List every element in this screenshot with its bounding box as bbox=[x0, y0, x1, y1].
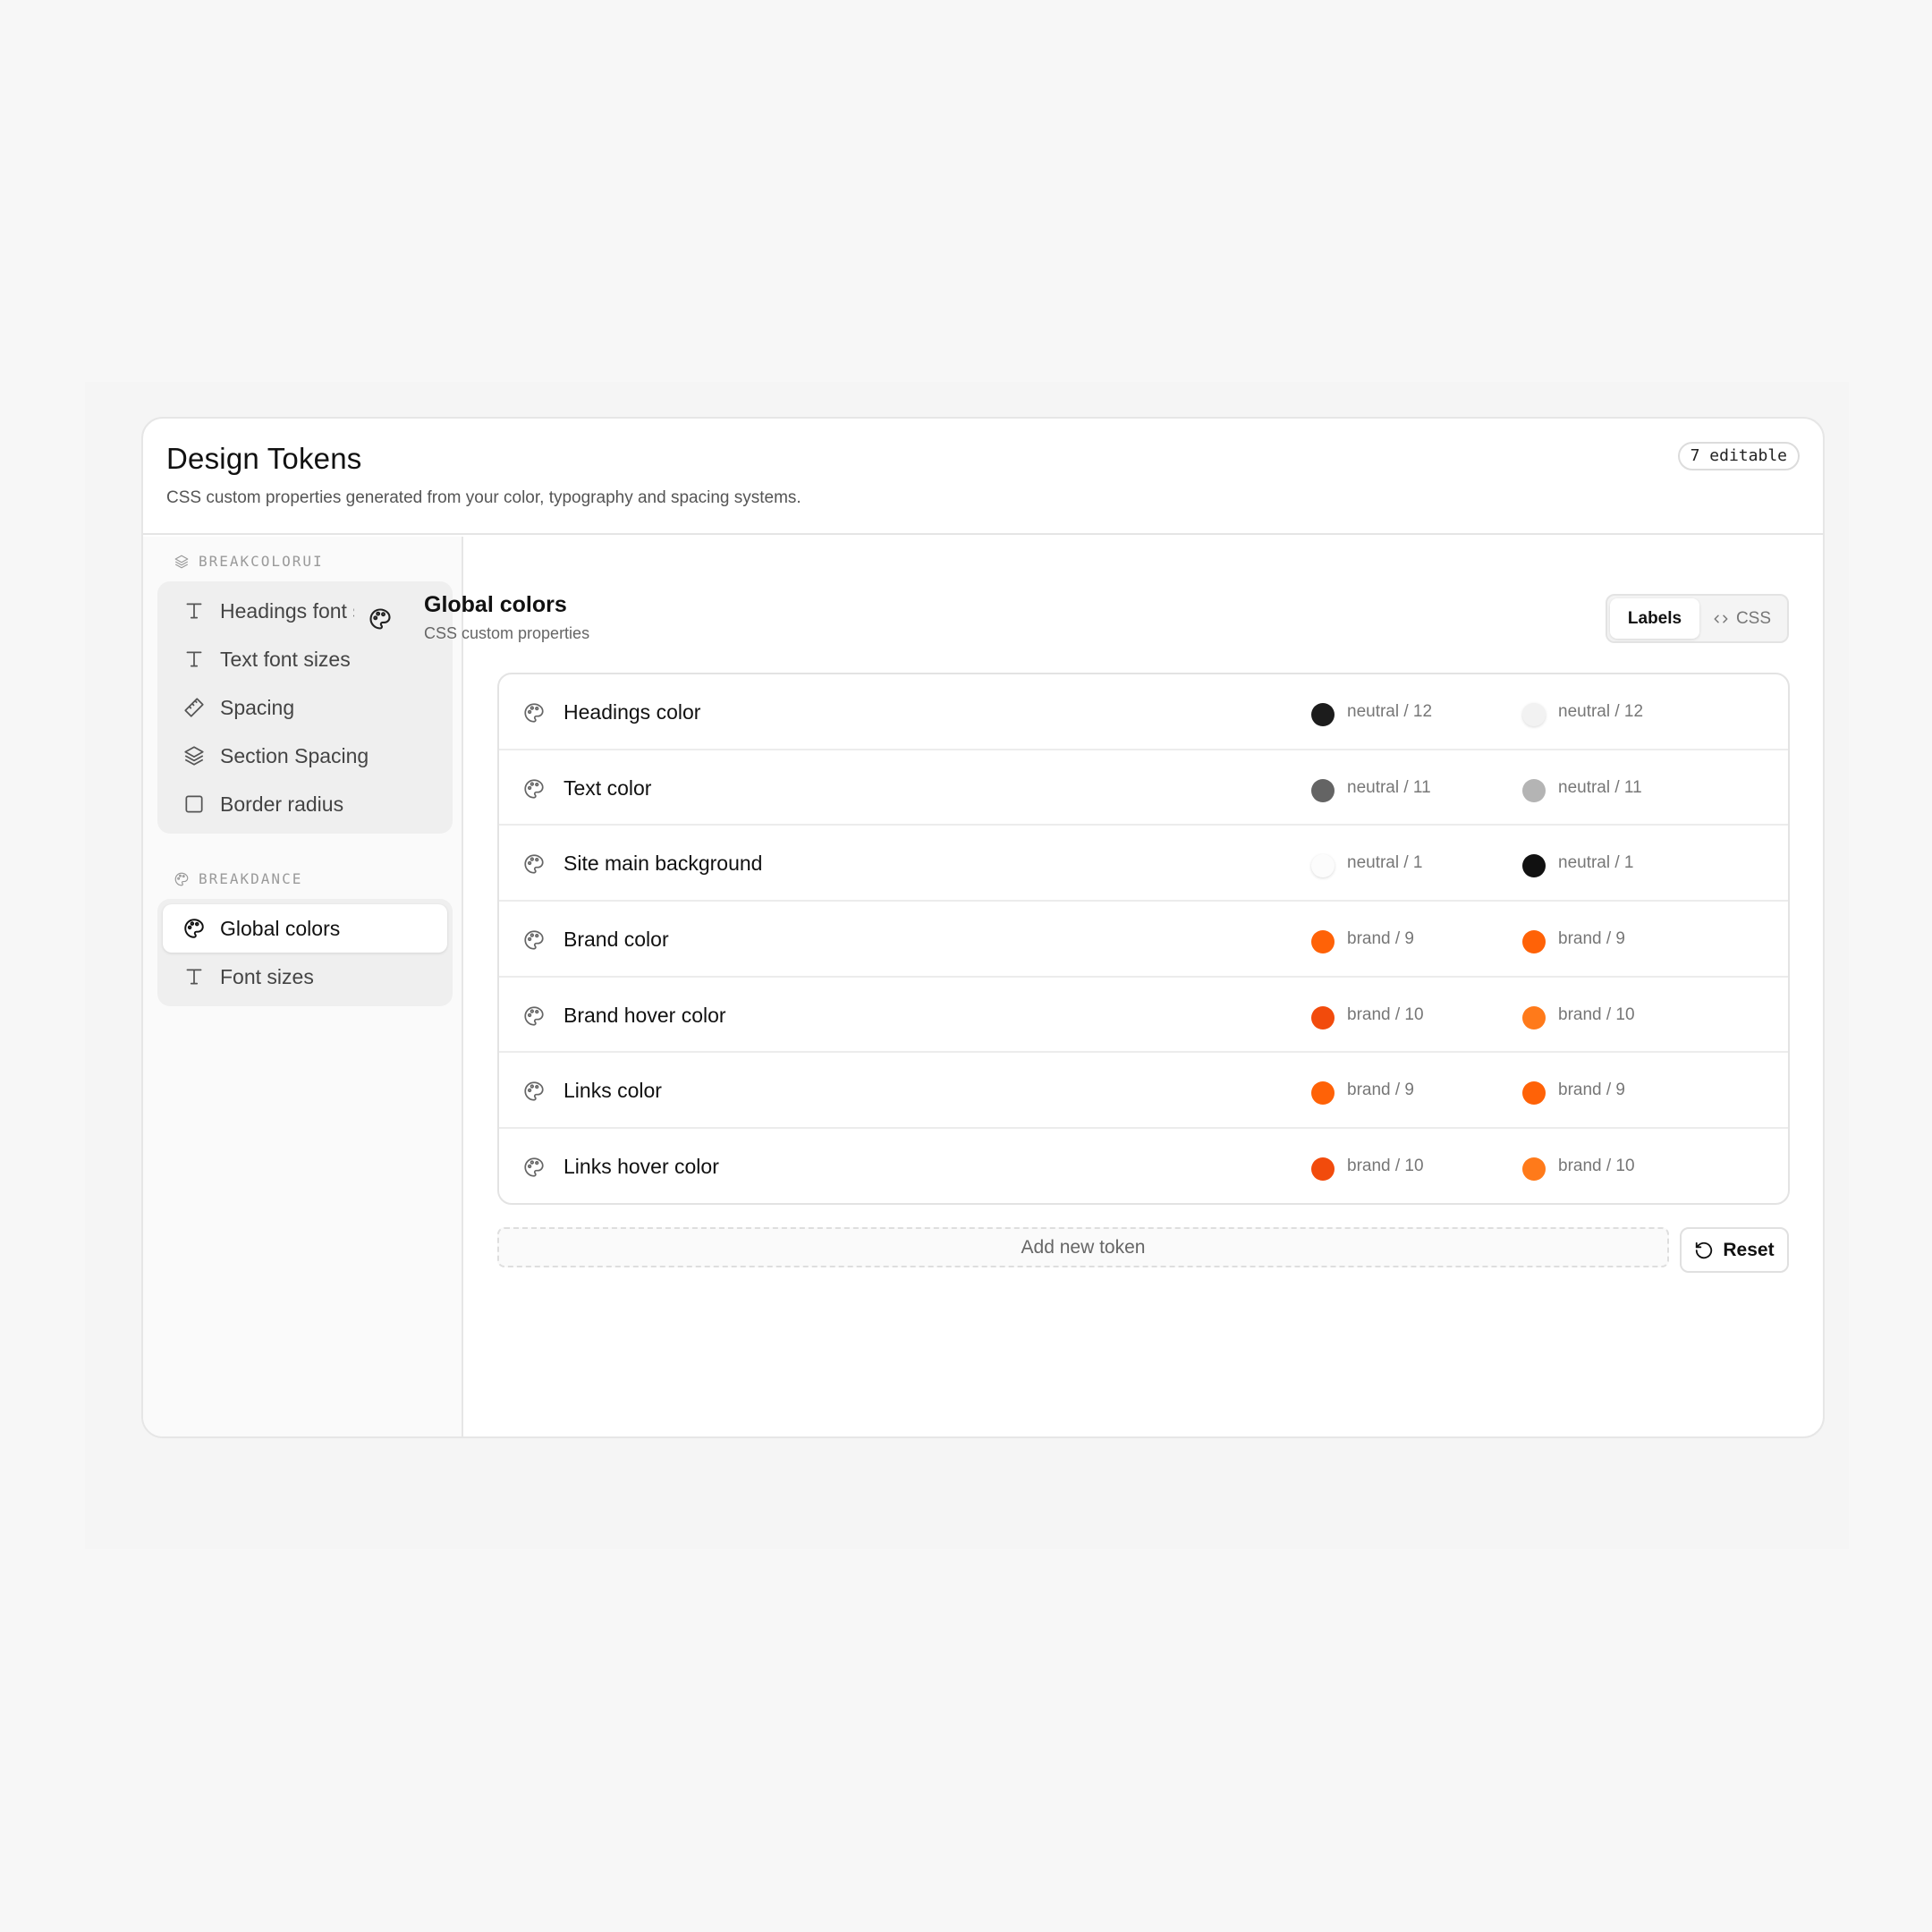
light-mode-swatch[interactable] bbox=[1311, 703, 1335, 726]
token-name: Text color bbox=[564, 775, 652, 800]
reset-icon bbox=[1696, 1241, 1713, 1258]
page-title: Design Tokens bbox=[166, 442, 362, 475]
layers-icon bbox=[174, 555, 189, 568]
light-mode-value: brand / 9 bbox=[1347, 1080, 1414, 1100]
dark-mode-swatch[interactable] bbox=[1522, 1005, 1546, 1030]
light-mode-value: brand / 10 bbox=[1347, 1004, 1424, 1024]
token-row[interactable]: Site main background neutral / 1 neutral /… bbox=[499, 826, 1788, 902]
dark-mode-value: brand / 10 bbox=[1558, 1157, 1635, 1176]
token-name: Links hover color bbox=[564, 1155, 719, 1179]
token-row[interactable]: Text color neutral / 11 neutral / 11 bbox=[499, 750, 1788, 826]
sidebar-item-label: Spacing bbox=[220, 695, 295, 719]
light-mode-swatch[interactable] bbox=[1311, 930, 1335, 954]
type-icon bbox=[186, 603, 202, 619]
palette-icon bbox=[174, 872, 189, 886]
token-name: Site main background bbox=[564, 852, 763, 876]
light-mode-swatch[interactable] bbox=[1311, 778, 1335, 802]
sidebar-item-global-colors[interactable]: Global colors bbox=[163, 904, 447, 953]
tokens-table: Headings color neutral / 12 neutral / 12 Te… bbox=[497, 673, 1790, 1205]
labels-toggle-label: Labels bbox=[1627, 608, 1682, 628]
group-label-text: BREAKCOLORUI bbox=[199, 553, 324, 570]
token-row[interactable]: Brand color brand / 9 brand / 9 bbox=[499, 902, 1788, 978]
sidebar-item-text-font-sizes[interactable]: Text font sizes bbox=[163, 635, 447, 683]
token-row[interactable]: Links color brand / 9 brand / 9 bbox=[499, 1053, 1788, 1130]
sidebar-item-section-spacing[interactable]: Section Spacing bbox=[163, 732, 447, 780]
dark-mode-value: brand / 9 bbox=[1558, 1080, 1625, 1100]
sidebar-item-label: Global colors bbox=[220, 916, 341, 940]
palette-icon bbox=[524, 1006, 544, 1026]
dark-mode-swatch[interactable] bbox=[1522, 703, 1546, 726]
group-label-breakcolorui: BREAKCOLORUI bbox=[174, 553, 324, 570]
token-row[interactable]: Brand hover color brand / 10 brand / 10 bbox=[499, 978, 1788, 1054]
group-breakcolorui: Headings font size Text font sizes Spaci… bbox=[157, 581, 453, 834]
group-label-text: BREAKDANCE bbox=[199, 870, 303, 887]
dark-mode-value: brand / 9 bbox=[1558, 929, 1625, 949]
panel-subtitle: CSS custom properties bbox=[424, 624, 590, 642]
type-icon bbox=[186, 969, 202, 985]
dark-mode-value: brand / 10 bbox=[1558, 1004, 1635, 1024]
ruler-icon bbox=[184, 698, 204, 717]
dark-mode-swatch[interactable] bbox=[1522, 1081, 1546, 1106]
sidebar-item-label: Text font sizes bbox=[220, 647, 351, 671]
sidebar-item-label: Section Spacing bbox=[220, 743, 369, 767]
dark-mode-swatch[interactable] bbox=[1522, 1157, 1546, 1182]
palette-icon bbox=[524, 779, 544, 799]
light-mode-value: neutral / 1 bbox=[1347, 853, 1423, 873]
light-mode-swatch[interactable] bbox=[1311, 1157, 1335, 1182]
palette-icon bbox=[524, 1081, 544, 1102]
dark-mode-swatch[interactable] bbox=[1522, 854, 1546, 878]
add-new-token-button[interactable]: Add new token bbox=[497, 1227, 1669, 1267]
palette-icon bbox=[184, 919, 204, 938]
palette-icon bbox=[524, 1157, 544, 1177]
page-subtitle: CSS custom properties generated from you… bbox=[166, 488, 801, 507]
dark-mode-swatch[interactable] bbox=[1522, 930, 1546, 954]
dark-mode-swatch[interactable] bbox=[1522, 778, 1546, 802]
layers-icon bbox=[184, 746, 204, 766]
palette-icon bbox=[524, 930, 544, 950]
reset-label: Reset bbox=[1723, 1239, 1775, 1260]
group-label-breakdance: BREAKDANCE bbox=[174, 870, 302, 887]
sidebar: BREAKCOLORUI Headings font size Text fon… bbox=[143, 537, 463, 1436]
token-name: Headings color bbox=[564, 700, 701, 724]
sidebar-item-font-sizes[interactable]: Font sizes bbox=[163, 953, 447, 1001]
css-toggle-label: CSS bbox=[1735, 608, 1772, 628]
palette-icon bbox=[524, 854, 544, 874]
token-name: Brand hover color bbox=[564, 1003, 726, 1027]
token-row[interactable]: Headings color neutral / 12 neutral / 12 bbox=[499, 674, 1788, 750]
dark-mode-value: neutral / 11 bbox=[1558, 777, 1642, 797]
view-toggle: Labels CSS bbox=[1606, 594, 1789, 643]
labels-toggle-button[interactable]: Labels bbox=[1610, 598, 1699, 639]
editable-count-badge: 7 editable bbox=[1677, 442, 1800, 470]
code-icon bbox=[1714, 614, 1728, 623]
token-name: Links color bbox=[564, 1079, 662, 1103]
type-icon bbox=[186, 651, 202, 667]
light-mode-swatch[interactable] bbox=[1311, 854, 1335, 878]
light-mode-value: brand / 10 bbox=[1347, 1157, 1424, 1176]
palette-icon bbox=[524, 703, 544, 723]
group-breakdance: Global colors Font sizes bbox=[157, 899, 453, 1006]
light-mode-swatch[interactable] bbox=[1311, 1005, 1335, 1030]
panel-title: Global colors bbox=[424, 592, 567, 617]
light-mode-value: neutral / 12 bbox=[1347, 702, 1433, 721]
palette-icon bbox=[369, 608, 391, 630]
sidebar-item-border-radius[interactable]: Border radius bbox=[163, 780, 447, 828]
sidebar-item-label: Border radius bbox=[220, 792, 344, 816]
dark-mode-value: neutral / 12 bbox=[1558, 702, 1644, 721]
sidebar-item-label: Font sizes bbox=[220, 964, 314, 988]
reset-button[interactable]: Reset bbox=[1680, 1227, 1789, 1273]
token-name: Brand color bbox=[564, 928, 669, 952]
light-mode-value: brand / 9 bbox=[1347, 929, 1414, 949]
light-mode-value: neutral / 11 bbox=[1347, 777, 1431, 797]
light-mode-swatch[interactable] bbox=[1311, 1081, 1335, 1106]
dark-mode-value: neutral / 1 bbox=[1558, 853, 1634, 873]
square-icon bbox=[185, 795, 203, 813]
css-toggle-button[interactable]: CSS bbox=[1699, 598, 1784, 639]
panel-icon bbox=[354, 593, 406, 645]
sidebar-item-spacing[interactable]: Spacing bbox=[163, 683, 447, 732]
card-header: Design Tokens CSS custom properties gene… bbox=[143, 419, 1823, 535]
token-row[interactable]: Links hover color brand / 10 brand / 10 bbox=[499, 1129, 1788, 1203]
